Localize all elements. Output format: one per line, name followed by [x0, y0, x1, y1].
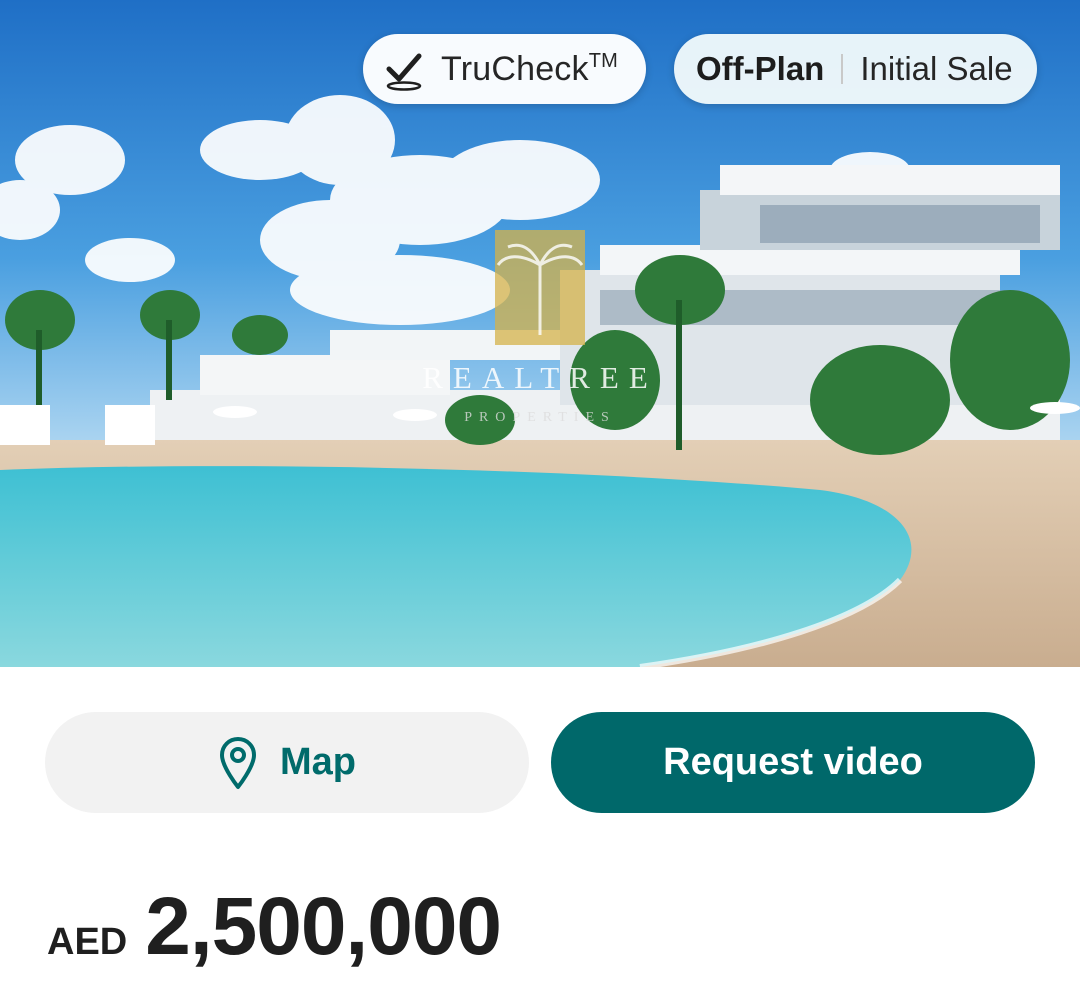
status-secondary: Initial Sale: [860, 50, 1013, 87]
request-video-button[interactable]: Request video: [551, 712, 1035, 813]
price-currency: AED: [47, 921, 128, 963]
listing-status-badge: Off-Plan Initial Sale: [674, 34, 1037, 104]
listing-price: AED 2,500,000: [47, 880, 502, 974]
check-badge-icon: [386, 53, 422, 91]
map-button-label: Map: [280, 741, 356, 783]
trucheck-label: TruCheckTM: [441, 49, 618, 88]
request-video-label: Request video: [663, 741, 923, 783]
price-amount: 2,500,000: [145, 881, 502, 972]
map-button[interactable]: Map: [45, 712, 529, 813]
status-primary: Off-Plan: [696, 50, 825, 87]
property-hero-image[interactable]: REALTREE PROPERTIES TruCheckTM Off-Plan …: [0, 0, 1080, 667]
trucheck-badge[interactable]: TruCheckTM: [363, 34, 646, 104]
map-pin-icon: [220, 736, 256, 789]
status-divider: [841, 54, 844, 84]
